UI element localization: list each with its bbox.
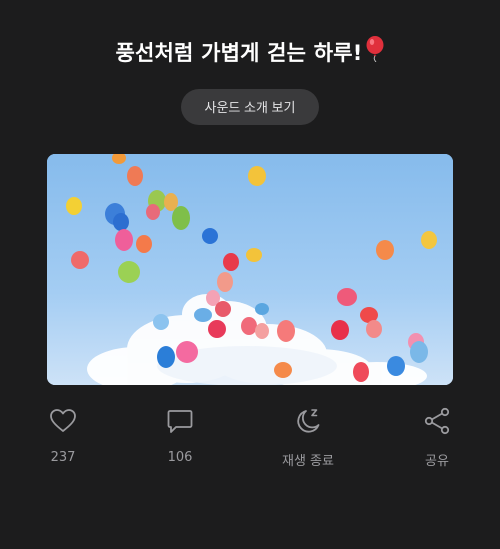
sleep-timer-button[interactable]: 재생 종료	[263, 406, 353, 469]
sleep-timer-label: 재생 종료	[282, 454, 334, 469]
comment-count: 106	[167, 450, 193, 465]
comment-icon	[165, 406, 195, 436]
heart-icon	[48, 406, 78, 436]
share-button[interactable]: 공유	[392, 406, 482, 469]
post-title-text: 풍선처럼 가볍게 걷는 하루!	[115, 41, 363, 65]
action-bar: 237 106 재생 종료 공유	[0, 406, 500, 476]
share-label: 공유	[425, 454, 449, 469]
hero-image	[47, 154, 453, 385]
comment-button[interactable]: 106	[135, 406, 225, 465]
sound-intro-button[interactable]: 사운드 소개 보기	[181, 89, 319, 125]
post-screen: 풍선처럼 가볍게 걷는 하루! 사운드 소개 보기 237 106 재생 종료 …	[0, 0, 500, 549]
like-button[interactable]: 237	[18, 406, 108, 465]
post-title: 풍선처럼 가볍게 걷는 하루!	[0, 36, 500, 67]
share-icon	[422, 406, 452, 436]
balloon-emoji-icon	[365, 36, 385, 67]
like-count: 237	[50, 450, 76, 465]
moon-sleep-icon	[293, 406, 323, 436]
